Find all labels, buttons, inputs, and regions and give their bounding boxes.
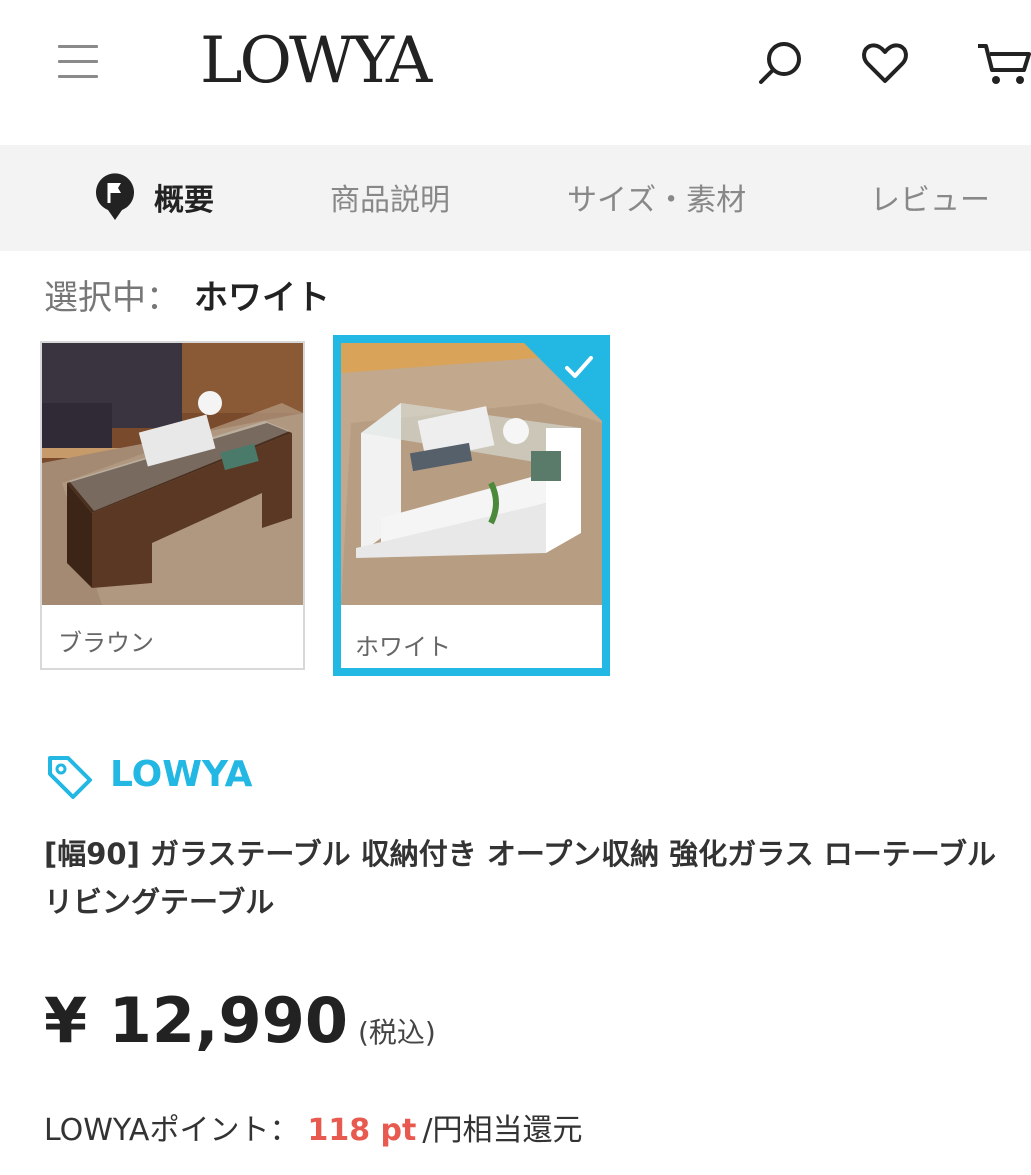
search-icon[interactable] — [756, 38, 806, 88]
points-value: 118 pt — [307, 1113, 417, 1148]
site-header: LOWYA — [0, 0, 1031, 145]
tab-description[interactable]: 商品説明 — [330, 175, 450, 219]
brand-name[interactable]: LOWYA — [110, 754, 252, 795]
heart-icon[interactable] — [860, 38, 910, 88]
selected-check-icon — [523, 342, 603, 422]
tab-overview[interactable]: 概要 — [154, 175, 214, 219]
selected-value: ホワイト — [194, 278, 330, 318]
product-title: [幅90] ガラステーブル 収納付き オープン収納 強化ガラス ローテーブル リ… — [44, 837, 996, 919]
site-logo[interactable]: LOWYA — [200, 24, 432, 98]
points-suffix: /円相当還元 — [422, 1113, 583, 1148]
tag-icon — [48, 756, 92, 799]
tab-size-material[interactable]: サイズ・素材 — [567, 175, 746, 219]
cart-icon[interactable] — [976, 38, 1031, 88]
variant-name: ブラウン — [58, 629, 154, 657]
variant-name: ホワイト — [355, 633, 451, 661]
menu-icon[interactable] — [58, 43, 98, 81]
price-amount: ¥ 12,990 — [44, 984, 348, 1057]
selected-label: 選択中： — [44, 278, 180, 318]
points-label: LOWYAポイント： — [44, 1113, 300, 1148]
brown-table-image — [42, 343, 303, 605]
price-block: ¥ 12,990 (税込) — [44, 984, 436, 1057]
points-row: LOWYAポイント： 118 pt/円相当還元 — [44, 1105, 582, 1149]
tab-reviews[interactable]: レビュー — [870, 175, 990, 219]
section-tab-bar: 概要 商品説明 サイズ・素材 レビュー — [0, 145, 1031, 251]
selected-variant: 選択中： ホワイト — [44, 270, 330, 319]
variant-white[interactable]: ホワイト — [333, 335, 610, 676]
tax-note: (税込) — [357, 1016, 436, 1049]
flag-pin-icon — [96, 173, 134, 220]
variant-brown[interactable]: ブラウン — [40, 341, 305, 670]
